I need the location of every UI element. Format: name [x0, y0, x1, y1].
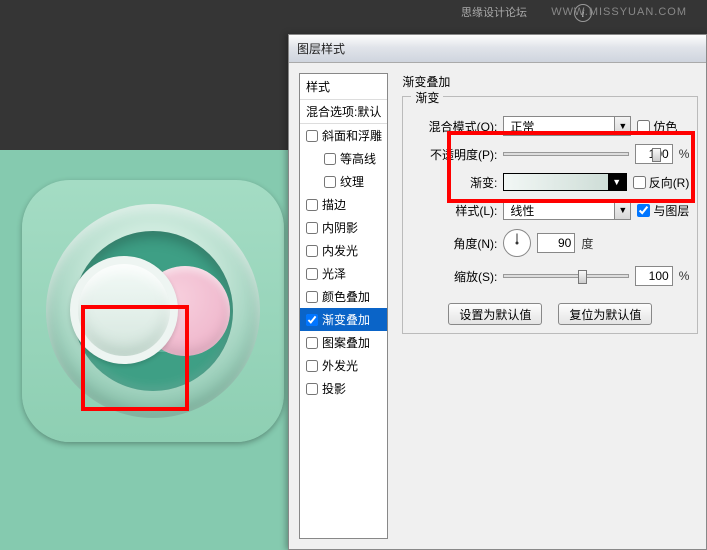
make-default-button[interactable]: 设置为默认值 [448, 303, 542, 325]
style-outer-glow[interactable]: 外发光 [300, 354, 387, 377]
scale-input[interactable] [635, 266, 673, 286]
angle-label: 角度(N): [411, 235, 497, 252]
annotation-box-opacity-gradient [447, 131, 695, 203]
style-contour-label: 等高线 [340, 150, 376, 167]
annotation-box-knob [81, 305, 189, 411]
cb-gradient-overlay[interactable] [306, 314, 318, 326]
style-pattern-overlay[interactable]: 图案叠加 [300, 331, 387, 354]
style-bevel-label: 斜面和浮雕 [322, 127, 382, 144]
style-gradient-overlay-label: 渐变叠加 [322, 311, 370, 328]
cb-bevel[interactable] [306, 130, 318, 142]
cb-inner-shadow[interactable] [306, 222, 318, 234]
scale-thumb[interactable] [578, 270, 587, 284]
align-label: 与图层 [653, 202, 689, 219]
align-checkbox[interactable]: 与图层 [637, 202, 689, 219]
cb-align[interactable] [637, 204, 650, 217]
dialog-title: 图层样式 [297, 40, 345, 57]
style-inner-shadow[interactable]: 内阴影 [300, 216, 387, 239]
cb-stroke[interactable] [306, 199, 318, 211]
style-value: 线性 [504, 202, 614, 219]
chevron-down-icon: ▼ [614, 201, 630, 219]
reset-default-button[interactable]: 复位为默认值 [558, 303, 652, 325]
style-satin-label: 光泽 [322, 265, 346, 282]
style-drop-shadow[interactable]: 投影 [300, 377, 387, 400]
angle-dial[interactable] [503, 229, 531, 257]
blending-options-default[interactable]: 混合选项:默认 [300, 99, 387, 124]
row-scale: 缩放(S): % [411, 265, 689, 287]
row-angle: 角度(N): 度 [411, 227, 689, 259]
style-stroke[interactable]: 描边 [300, 193, 387, 216]
style-inner-shadow-label: 内阴影 [322, 219, 358, 236]
dialog-titlebar[interactable]: 图层样式 [289, 35, 706, 63]
style-drop-shadow-label: 投影 [322, 380, 346, 397]
style-inner-glow[interactable]: 内发光 [300, 239, 387, 262]
section-title: 渐变叠加 [402, 73, 698, 90]
styles-header[interactable]: 样式 [300, 74, 387, 99]
scale-label: 缩放(S): [411, 268, 497, 285]
style-bevel-emboss[interactable]: 斜面和浮雕 [300, 124, 387, 147]
style-inner-glow-label: 内发光 [322, 242, 358, 259]
style-color-overlay[interactable]: 颜色叠加 [300, 285, 387, 308]
cb-texture[interactable] [324, 176, 336, 188]
style-label: 样式(L): [411, 202, 497, 219]
styles-list: 样式 混合选项:默认 斜面和浮雕 等高线 纹理 描边 内阴影 内发光 光泽 颜色… [299, 73, 388, 539]
cb-contour[interactable] [324, 153, 336, 165]
watermark-zh: 思缘设计论坛 [461, 4, 527, 20]
cb-drop-shadow[interactable] [306, 383, 318, 395]
default-buttons-row: 设置为默认值 复位为默认值 [411, 303, 689, 325]
angle-suffix: 度 [581, 235, 593, 252]
scale-suffix: % [679, 269, 690, 283]
group-title: 渐变 [411, 89, 443, 106]
cb-pattern-overlay[interactable] [306, 337, 318, 349]
style-stroke-label: 描边 [322, 196, 346, 213]
style-outer-glow-label: 外发光 [322, 357, 358, 374]
style-texture-label: 纹理 [340, 173, 364, 190]
style-color-overlay-label: 颜色叠加 [322, 288, 370, 305]
style-satin[interactable]: 光泽 [300, 262, 387, 285]
style-texture[interactable]: 纹理 [300, 170, 387, 193]
blending-options-label: 混合选项:默认 [306, 103, 381, 120]
cb-color-overlay[interactable] [306, 291, 318, 303]
style-pattern-overlay-label: 图案叠加 [322, 334, 370, 351]
layer-style-dialog: 图层样式 样式 混合选项:默认 斜面和浮雕 等高线 纹理 描边 内阴影 内发光 … [288, 34, 707, 550]
cb-inner-glow[interactable] [306, 245, 318, 257]
cb-outer-glow[interactable] [306, 360, 318, 372]
gradient-style-select[interactable]: 线性 ▼ [503, 200, 631, 220]
watermark-site: WWW.MISSYUAN.COM [551, 6, 687, 18]
cb-satin[interactable] [306, 268, 318, 280]
scale-slider[interactable] [503, 274, 628, 278]
style-contour[interactable]: 等高线 [300, 147, 387, 170]
style-gradient-overlay[interactable]: 渐变叠加 [300, 308, 387, 331]
angle-input[interactable] [537, 233, 575, 253]
